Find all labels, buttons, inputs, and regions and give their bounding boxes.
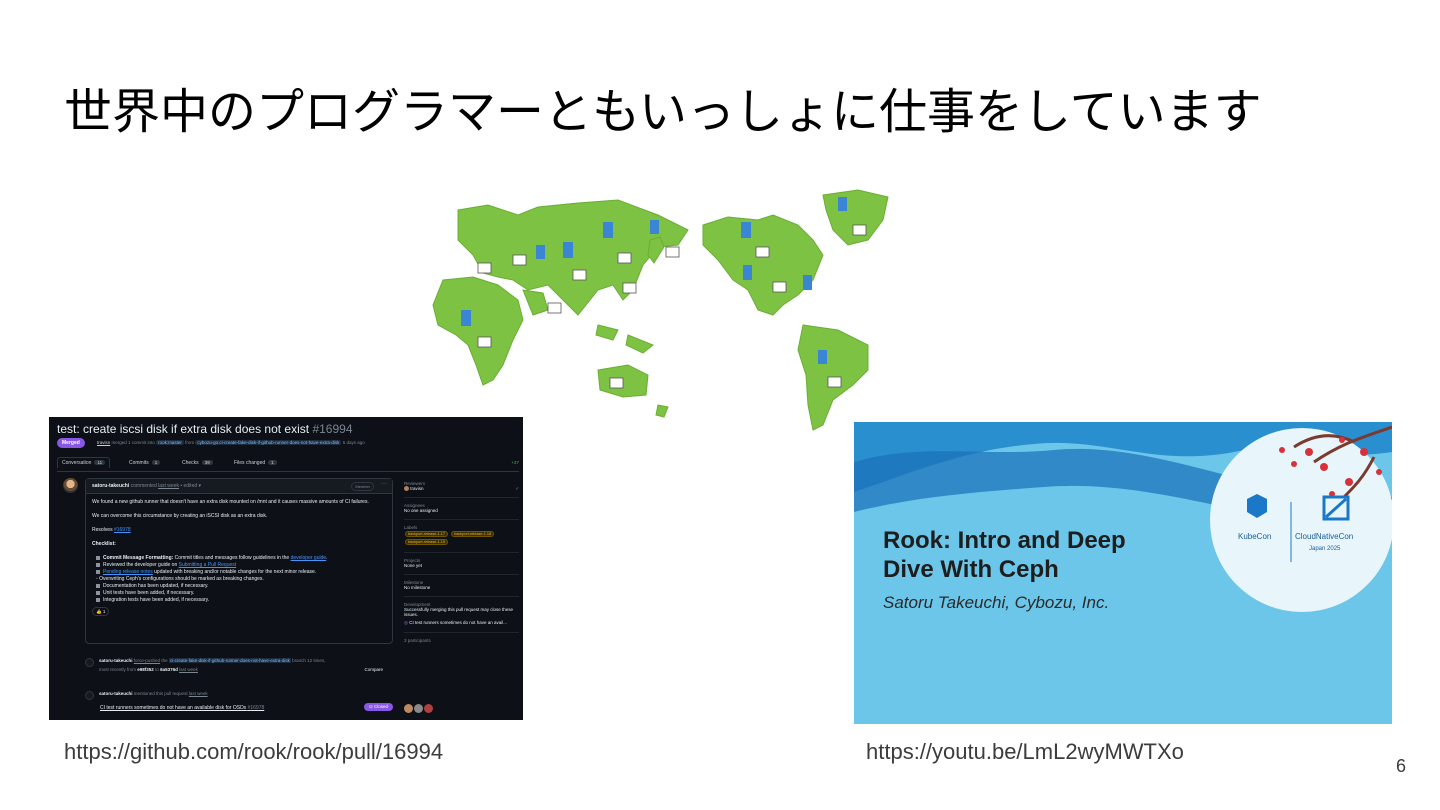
youtube-slide-thumbnail: Rook: Intro and Deep Dive With Ceph Sato… — [854, 422, 1392, 724]
pr-sidebar: Reviewers travisn ✓ Assignees No one assi… — [404, 481, 519, 644]
push-icon — [85, 658, 94, 667]
checkbox[interactable] — [96, 590, 100, 595]
label-badge[interactable]: backport-release-1.18 — [451, 531, 495, 538]
github-url-caption[interactable]: https://github.com/rook/rook/pull/16994 — [64, 739, 443, 765]
talk-author: Satoru Takeuchi, Cybozu, Inc. — [883, 593, 1110, 612]
merged-badge: Merged — [57, 438, 85, 448]
reaction-button[interactable]: 👍 1 — [92, 607, 110, 616]
body-paragraph: We can overcome this circumstance by cre… — [92, 513, 268, 519]
resolves-line: Resolves #16978 — [92, 527, 131, 533]
avatar — [63, 478, 78, 493]
linked-issue[interactable]: ◎ CI test runners sometimes do not have … — [404, 620, 519, 626]
checkbox[interactable] — [96, 569, 100, 574]
pr-tabs: Conversation 11 Commits 1 Checks 39 Files c… — [57, 457, 519, 472]
checklist-item: ◦ Overwriting Ceph's configurations shou… — [96, 576, 264, 582]
checklist-item: Unit tests have been added, if necessary… — [96, 590, 388, 597]
pr-merge-info: travisn merged 1 commit into rook:master… — [97, 440, 365, 445]
participants-avatars — [404, 700, 434, 718]
world-map-icon — [432, 189, 889, 431]
more-options-icon[interactable]: ··· — [381, 481, 387, 487]
member-badge: Member — [351, 482, 374, 491]
pr-description-comment: satoru-takeuchi commented last week • ed… — [85, 478, 393, 644]
timeline-event-mention: satoru-takeuchi mentioned this pull requ… — [85, 691, 389, 700]
label-badge[interactable]: backport-release-1.17 — [405, 531, 448, 538]
checkbox[interactable] — [96, 555, 100, 560]
checklist-item: Integration tests have been added, if ne… — [96, 597, 388, 604]
diffstat: +27 — [511, 460, 519, 465]
checklist-item: Documentation has been updated, if neces… — [96, 583, 388, 590]
checkbox[interactable] — [96, 562, 100, 567]
checkbox[interactable] — [96, 583, 100, 588]
approved-check-icon: ✓ — [515, 486, 519, 491]
comment-body: We found a new github runner that doesn'… — [92, 499, 388, 616]
referenced-issue-link[interactable]: CI test runners sometimes do not have an… — [100, 705, 264, 711]
checklist-item: Reviewed the developer guide on Submitti… — [96, 562, 388, 569]
cloudnativecon-logo-text: CloudNativeCon — [1295, 532, 1354, 541]
checkbox[interactable] — [96, 597, 100, 602]
event-subtitle: Japan 2025 — [1309, 546, 1341, 552]
youtube-url-caption[interactable]: https://youtu.be/LmL2wyMWTXo — [866, 739, 1184, 765]
pr-title: test: create iscsi disk if extra disk do… — [57, 422, 353, 436]
checklist-item: Commit Message Formatting: Commit titles… — [96, 555, 388, 562]
label-badge[interactable]: backport-release-1.19 — [405, 539, 448, 546]
tab-checks[interactable]: Checks 39 — [182, 460, 213, 466]
avatar — [414, 704, 423, 713]
closed-badge: ⊙ Closed — [364, 703, 394, 711]
tab-commits[interactable]: Commits 1 — [129, 460, 161, 466]
timeline-event-force-push-detail: most recently from e98f352 to 6a5376d la… — [99, 667, 383, 672]
checklist-heading: Checklist: — [92, 541, 116, 547]
checklist: Commit Message Formatting: Commit titles… — [92, 555, 388, 604]
reference-icon — [85, 691, 94, 700]
slide-title: 世界中のプログラマーともいっしょに仕事をしています — [64, 84, 1262, 140]
checklist-item: Pending release notes updated with break… — [96, 569, 388, 576]
avatar — [424, 704, 433, 713]
comment-header: satoru-takeuchi commented last week • ed… — [86, 479, 392, 494]
compare-button[interactable]: Compare — [364, 667, 383, 672]
timeline-event-force-push: satoru-takeuchi force-pushed the ci-crea… — [85, 658, 389, 667]
world-map-illustration — [428, 185, 894, 435]
avatar — [404, 704, 413, 713]
body-paragraph: We found a new github runner that doesn'… — [92, 499, 369, 505]
talk-title: Rook: Intro and Deep Dive With Ceph — [883, 527, 1126, 583]
tab-files-changed[interactable]: Files changed 1 — [234, 460, 277, 466]
closed-issue-icon: ◎ — [404, 620, 408, 626]
page-number: 6 — [1396, 756, 1407, 776]
github-pr-screenshot: test: create iscsi disk if extra disk do… — [49, 417, 523, 720]
tab-conversation[interactable]: Conversation 11 — [57, 457, 111, 468]
avatar — [404, 486, 409, 492]
kubecon-logo-text: KubeCon — [1238, 532, 1272, 541]
